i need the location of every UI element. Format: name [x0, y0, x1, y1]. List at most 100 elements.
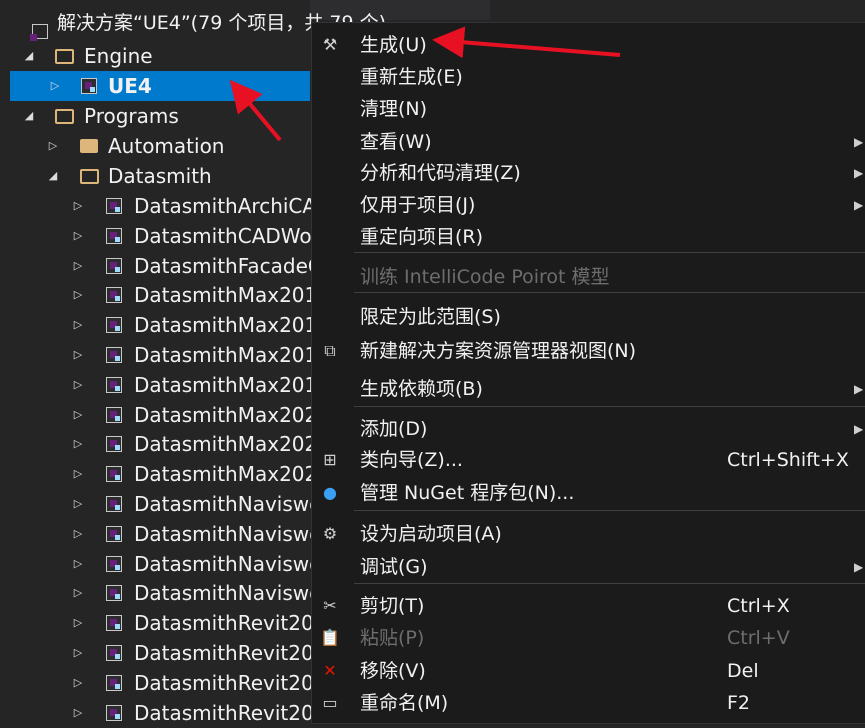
- project-icon: [106, 317, 122, 334]
- open-folder-icon: [55, 109, 74, 124]
- project-label: DatasmithMax2019: [134, 343, 330, 367]
- menu-item-label: 移除(V): [360, 660, 426, 682]
- menu-item-shortcut: Ctrl+Shift+X: [727, 449, 849, 471]
- menu-item-label: 查看(W): [360, 131, 432, 153]
- nuget-icon: ●: [323, 483, 337, 502]
- expand-icon[interactable]: ▷: [71, 340, 85, 370]
- expand-icon[interactable]: ▷: [71, 429, 85, 459]
- open-folder-icon: [55, 49, 74, 64]
- menu-item-label: 添加(D): [360, 418, 428, 440]
- menu-item[interactable]: 生成依赖项(B) ▶: [312, 373, 865, 405]
- expand-icon[interactable]: ▷: [71, 698, 85, 728]
- menu-item-label: 训练 IntelliCode Poirot 模型: [360, 266, 610, 288]
- menu-item[interactable]: ● 管理 NuGet 程序包(N)...: [312, 477, 865, 509]
- expand-icon[interactable]: ▷: [71, 280, 85, 310]
- menu-separator: [354, 510, 865, 511]
- menu-item-label: 清理(N): [360, 98, 428, 120]
- project-label: DatasmithRevit2021: [134, 700, 340, 725]
- open-folder-icon: [80, 169, 99, 184]
- menu-item-label: 类向导(Z)...: [360, 449, 463, 471]
- menu-item[interactable]: ⚒ 生成(U): [312, 29, 865, 61]
- expand-icon[interactable]: ▷: [71, 191, 85, 221]
- menu-item-label: 仅用于项目(J): [360, 194, 476, 216]
- menu-item[interactable]: 调试(G) ▶: [312, 551, 865, 583]
- folder-label: Datasmith: [108, 164, 212, 188]
- menu-item-label: 管理 NuGet 程序包(N)...: [360, 482, 575, 504]
- build-icon: ⚒: [322, 35, 338, 54]
- project-label: DatasmithMax2018: [134, 313, 330, 338]
- expand-icon[interactable]: ▷: [71, 489, 85, 519]
- project-icon: [106, 674, 122, 691]
- menu-item-label: 生成依赖项(B): [360, 378, 483, 400]
- collapse-icon[interactable]: ◢: [22, 41, 36, 71]
- solution-icon: [30, 24, 48, 41]
- project-icon: [106, 466, 122, 483]
- expand-icon[interactable]: ▷: [71, 370, 85, 400]
- project-icon: [106, 645, 122, 661]
- menu-separator: [354, 406, 865, 407]
- expand-icon[interactable]: ▷: [71, 400, 85, 430]
- expand-icon[interactable]: ▷: [71, 251, 85, 281]
- expand-icon[interactable]: ▷: [71, 668, 85, 698]
- menu-separator: [354, 583, 865, 584]
- project-icon: [106, 496, 122, 512]
- expand-icon[interactable]: ▷: [71, 549, 85, 579]
- folder-label: Programs: [84, 104, 179, 128]
- project-icon: [106, 287, 122, 304]
- expand-icon[interactable]: ▷: [71, 519, 85, 549]
- project-icon: [106, 347, 122, 363]
- menu-item-label: 限定为此范围(S): [360, 306, 501, 328]
- menu-item[interactable]: 限定为此范围(S): [312, 301, 865, 333]
- expand-icon[interactable]: ▷: [71, 310, 85, 340]
- menu-item-label: 重新生成(E): [360, 66, 463, 88]
- menu-item[interactable]: 查看(W) ▶: [312, 126, 865, 158]
- menu-item[interactable]: 重新生成(E): [312, 61, 865, 93]
- collapse-icon[interactable]: ◢: [22, 101, 36, 131]
- menu-item-label: 新建解决方案资源管理器视图(N): [360, 340, 637, 362]
- menu-item[interactable]: ▭ 重命名(M) F2: [312, 687, 865, 719]
- menu-item[interactable]: ✕ 移除(V) Del: [312, 655, 865, 687]
- project-label: DatasmithMax2022: [134, 462, 330, 487]
- expand-icon[interactable]: ▷: [71, 638, 85, 668]
- expand-icon[interactable]: ▷: [71, 578, 85, 608]
- project-label: DatasmithMax2021: [134, 432, 330, 457]
- menu-item[interactable]: 仅用于项目(J) ▶: [312, 189, 865, 221]
- menu-item-label: 粘贴(P): [360, 627, 425, 649]
- submenu-arrow-icon: ▶: [854, 198, 864, 212]
- menu-item[interactable]: 添加(D) ▶: [312, 413, 865, 445]
- submenu-arrow-icon: ▶: [854, 166, 864, 180]
- cut-icon: ✂: [323, 596, 337, 615]
- menu-item[interactable]: 清理(N): [312, 93, 865, 125]
- menu-item[interactable]: 分析和代码清理(Z) ▶: [312, 157, 865, 189]
- expand-icon[interactable]: ▷: [71, 221, 85, 251]
- project-icon: [106, 227, 122, 244]
- menu-item-label: 重定向项目(R): [360, 226, 484, 248]
- class-wizard-icon: ⊞: [323, 450, 337, 469]
- project-label: DatasmithMax2019: [134, 372, 330, 397]
- paste-icon: 📋: [320, 628, 340, 647]
- menu-item-shortcut: F2: [727, 692, 751, 714]
- menu-item: 📋 粘贴(P) Ctrl+V: [312, 622, 865, 654]
- collapse-icon[interactable]: ◢: [46, 161, 60, 191]
- expand-icon[interactable]: ▷: [48, 71, 62, 101]
- menu-item[interactable]: ✂ 剪切(T) Ctrl+X: [312, 590, 865, 622]
- project-icon: [106, 525, 122, 542]
- expand-icon[interactable]: ▷: [71, 459, 85, 489]
- menu-item[interactable]: 重定向项目(R): [312, 221, 865, 253]
- menu-item[interactable]: ⊞ 类向导(Z)... Ctrl+Shift+X: [312, 444, 865, 476]
- project-icon: [106, 615, 122, 632]
- menu-item-label: 分析和代码清理(Z): [360, 162, 521, 184]
- remove-icon: ✕: [323, 661, 337, 680]
- project-label: DatasmithMax2017: [134, 283, 330, 308]
- expand-icon[interactable]: ▷: [46, 131, 60, 161]
- project-icon: [81, 78, 97, 94]
- project-icon: [106, 585, 122, 602]
- tree-node-ue4[interactable]: ▷ UE4: [10, 71, 310, 101]
- expand-icon[interactable]: ▷: [71, 608, 85, 638]
- submenu-arrow-icon: ▶: [854, 422, 864, 436]
- menu-item[interactable]: ⚙ 设为启动项目(A): [312, 518, 865, 550]
- project-icon: [106, 436, 122, 453]
- menu-item[interactable]: ⧉ 新建解决方案资源管理器视图(N): [312, 335, 865, 367]
- project-icon: [106, 257, 122, 274]
- project-icon: [106, 376, 122, 393]
